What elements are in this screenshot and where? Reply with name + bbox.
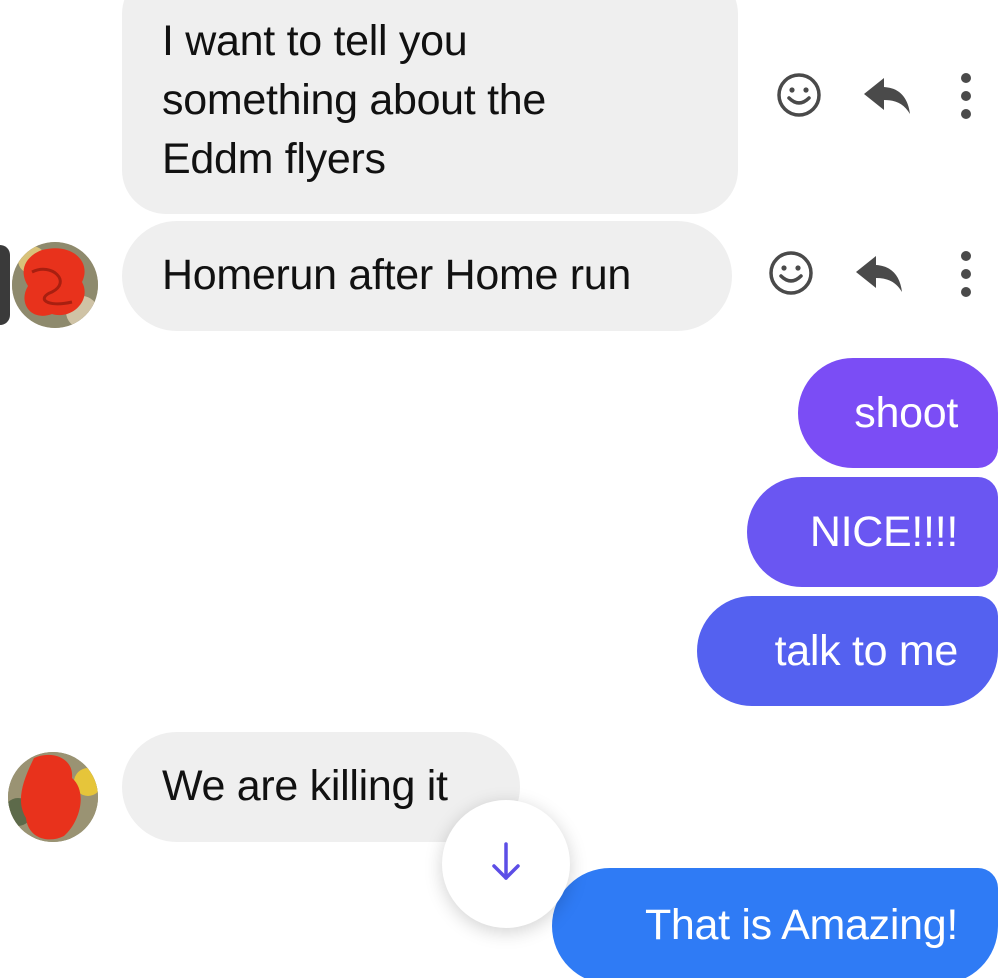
avatar[interactable] <box>8 752 98 842</box>
reply-arrow-icon[interactable] <box>860 72 916 120</box>
message-line: I want to tell you <box>162 17 468 65</box>
message-text: shoot <box>854 389 958 437</box>
outgoing-message-bubble[interactable]: shoot <box>798 358 998 468</box>
message-text: NICE!!!! <box>809 508 958 556</box>
avatar[interactable] <box>12 242 98 328</box>
outgoing-message-bubble[interactable]: NICE!!!! <box>747 477 998 587</box>
message-text: talk to me <box>774 627 959 675</box>
message-line: Eddm flyers <box>162 135 386 183</box>
message-line: something about the <box>162 76 546 124</box>
smiley-face-icon[interactable] <box>774 70 824 120</box>
reply-arrow-icon[interactable] <box>852 250 908 298</box>
outgoing-message-bubble[interactable]: talk to me <box>697 596 998 706</box>
incoming-message-bubble[interactable]: Homerun after Home run <box>122 221 732 331</box>
more-vertical-icon[interactable] <box>954 246 978 302</box>
message-text: That is Amazing! <box>644 901 958 949</box>
outgoing-message-bubble[interactable]: That is Amazing! <box>552 868 998 978</box>
incoming-message-bubble[interactable]: I want to tell you something about the E… <box>122 0 738 214</box>
message-text: We are killing it <box>162 762 448 810</box>
smiley-face-icon[interactable] <box>766 248 816 298</box>
arrow-down-icon <box>486 840 526 889</box>
chat-thread: I want to tell you something about the E… <box>0 0 1000 978</box>
scroll-to-bottom-button[interactable] <box>442 800 570 928</box>
left-edge-strip <box>0 245 10 325</box>
more-vertical-icon[interactable] <box>954 68 978 124</box>
message-text: Homerun after Home run <box>162 251 631 299</box>
